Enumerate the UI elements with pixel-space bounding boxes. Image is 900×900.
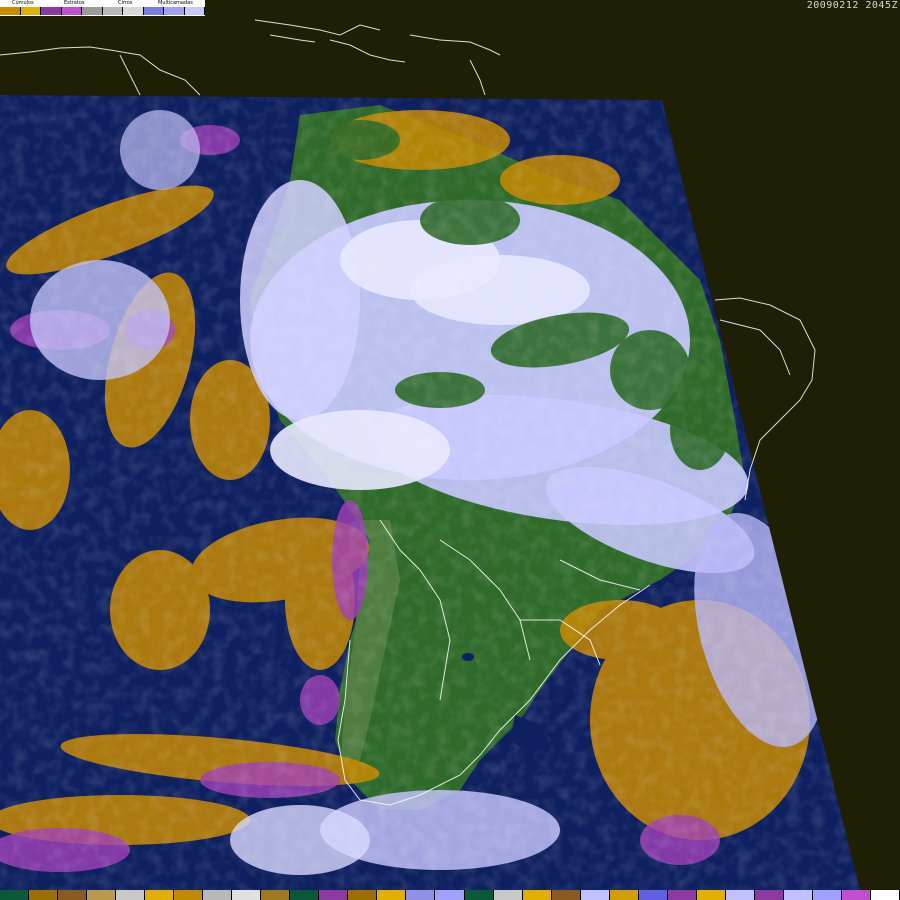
legend-swatch xyxy=(184,7,205,15)
legend-swatch xyxy=(41,7,62,15)
color-bar-segment xyxy=(812,890,842,900)
color-bar-segment xyxy=(725,890,755,900)
satellite-image: Cúmulos Estratos Cirros Multicamadas 200… xyxy=(0,0,900,900)
legend-swatch xyxy=(61,7,82,15)
color-bar-segment xyxy=(29,890,59,900)
image-timestamp: 20090212 2045Z xyxy=(806,0,898,11)
cloud-classification-map xyxy=(0,19,860,890)
color-bar-segment xyxy=(435,890,465,900)
color-bar-segment xyxy=(116,890,146,900)
color-bar-segment xyxy=(464,890,494,900)
color-bar-segment xyxy=(406,890,436,900)
legend-swatch xyxy=(82,7,103,15)
lake xyxy=(462,653,474,661)
color-bar-segment xyxy=(0,890,30,900)
legend-swatches xyxy=(0,7,205,15)
legend-swatch xyxy=(20,7,41,15)
color-bar-segment xyxy=(551,890,581,900)
color-bar-segment xyxy=(261,890,291,900)
color-bar-segment xyxy=(348,890,378,900)
legend-swatch xyxy=(0,7,21,15)
color-bar-segment xyxy=(783,890,813,900)
color-bar-segment xyxy=(667,890,697,900)
color-bar-segment xyxy=(377,890,407,900)
color-bar-segment xyxy=(696,890,726,900)
color-bar-segment xyxy=(841,890,871,900)
color-bar-segment xyxy=(174,890,204,900)
color-bar-segment xyxy=(493,890,523,900)
cloud-type-legend: Cúmulos Estratos Cirros Multicamadas xyxy=(0,0,205,16)
legend-swatch xyxy=(143,7,164,15)
color-bar-segment xyxy=(522,890,552,900)
color-bar-segment xyxy=(232,890,262,900)
legend-label-cirrus: Cirros xyxy=(118,0,133,6)
legend-label-multilayer: Multicamadas xyxy=(158,0,193,6)
color-bar-segment xyxy=(754,890,784,900)
legend-swatch xyxy=(102,7,123,15)
color-bar-segment xyxy=(203,890,233,900)
color-bar-segment xyxy=(58,890,88,900)
legend-labels: Cúmulos Estratos Cirros Multicamadas xyxy=(0,0,205,7)
color-bar-segment xyxy=(87,890,117,900)
bottom-color-bar xyxy=(0,890,900,900)
color-bar-segment xyxy=(870,890,900,900)
legend-label-stratus: Estratos xyxy=(64,0,85,6)
color-bar-segment xyxy=(319,890,349,900)
legend-label-cumulus: Cúmulos xyxy=(12,0,34,6)
color-bar-segment xyxy=(580,890,610,900)
color-bar-segment xyxy=(638,890,668,900)
legend-swatch xyxy=(164,7,185,15)
color-bar-segment xyxy=(145,890,175,900)
color-bar-segment xyxy=(290,890,320,900)
legend-swatch xyxy=(123,7,144,15)
color-bar-segment xyxy=(609,890,639,900)
